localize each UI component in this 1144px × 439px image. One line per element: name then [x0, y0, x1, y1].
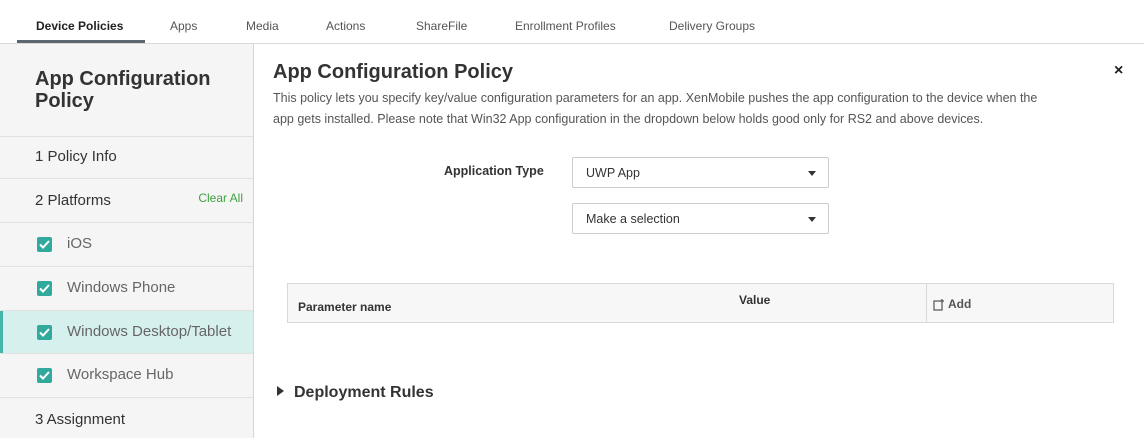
- tab-delivery-groups[interactable]: Delivery Groups: [669, 19, 755, 33]
- sidebar-item-windows-desktop-label: Windows Desktop/Tablet: [67, 323, 232, 340]
- policy-description: This policy lets you specify key/value c…: [273, 91, 1038, 126]
- tab-enrollment-profiles[interactable]: Enrollment Profiles: [515, 19, 616, 33]
- step-platforms-label: 2 Platforms: [35, 192, 111, 209]
- add-icon: [933, 298, 944, 311]
- chevron-down-icon: [808, 217, 816, 222]
- sidebar-item-ios[interactable]: iOS: [0, 222, 253, 267]
- step-assignment[interactable]: 3 Assignment: [0, 397, 253, 439]
- deployment-rules-toggle[interactable]: Deployment Rules: [277, 384, 434, 402]
- tab-device-policies[interactable]: Device Policies: [36, 19, 123, 33]
- column-divider: [926, 284, 927, 322]
- policy-steps-sidebar: App Configuration Policy 1 Policy Info 2…: [0, 44, 254, 438]
- step-policy-info[interactable]: 1 Policy Info: [0, 136, 253, 179]
- sidebar-title: App Configuration Policy: [35, 68, 211, 112]
- add-parameter-button[interactable]: Add: [933, 297, 971, 311]
- parameters-table-header: Parameter name Value: [287, 283, 1114, 323]
- tab-apps[interactable]: Apps: [170, 19, 197, 33]
- application-type-value: UWP App: [586, 166, 640, 180]
- caret-right-icon: [277, 386, 284, 396]
- app-select[interactable]: Make a selection: [572, 203, 829, 234]
- tab-sharefile[interactable]: ShareFile: [416, 19, 467, 33]
- application-type-select[interactable]: UWP App: [572, 157, 829, 188]
- windows-desktop-checkbox-icon[interactable]: [37, 325, 52, 340]
- ios-checkbox-icon[interactable]: [37, 237, 52, 252]
- sidebar-item-windows-phone-label: Windows Phone: [67, 279, 176, 296]
- page-title: App Configuration Policy: [273, 61, 513, 83]
- sidebar-item-workspace-hub-label: Workspace Hub: [67, 366, 174, 383]
- application-type-label: Application Type: [444, 164, 544, 178]
- sidebar-item-workspace-hub[interactable]: Workspace Hub: [0, 353, 253, 398]
- step-assignment-label: 3 Assignment: [35, 411, 126, 428]
- step-policy-info-label: 1 Policy Info: [35, 148, 117, 165]
- active-tab-indicator: [17, 40, 145, 43]
- column-header-value: Value: [739, 293, 771, 307]
- step-platforms[interactable]: 2 Platforms Clear All: [0, 178, 253, 223]
- chevron-down-icon: [808, 171, 816, 176]
- top-tab-bar: Device Policies Apps Media Actions Share…: [0, 0, 1144, 44]
- selected-indicator: [0, 311, 3, 354]
- app-select-value: Make a selection: [586, 212, 680, 226]
- windows-phone-checkbox-icon[interactable]: [37, 281, 52, 296]
- sidebar-item-windows-phone[interactable]: Windows Phone: [0, 266, 253, 311]
- tab-actions[interactable]: Actions: [326, 19, 365, 33]
- clear-all-link[interactable]: Clear All: [198, 191, 243, 205]
- add-label: Add: [948, 297, 972, 311]
- sidebar-item-ios-label: iOS: [67, 235, 93, 252]
- deployment-rules-label: Deployment Rules: [294, 384, 434, 401]
- close-icon[interactable]: ×: [1114, 62, 1123, 80]
- workspace-hub-checkbox-icon[interactable]: [37, 368, 52, 383]
- sidebar-item-windows-desktop-tablet[interactable]: Windows Desktop/Tablet: [0, 310, 253, 354]
- tab-media[interactable]: Media: [246, 19, 279, 33]
- column-header-parameter-name: Parameter name: [298, 300, 392, 314]
